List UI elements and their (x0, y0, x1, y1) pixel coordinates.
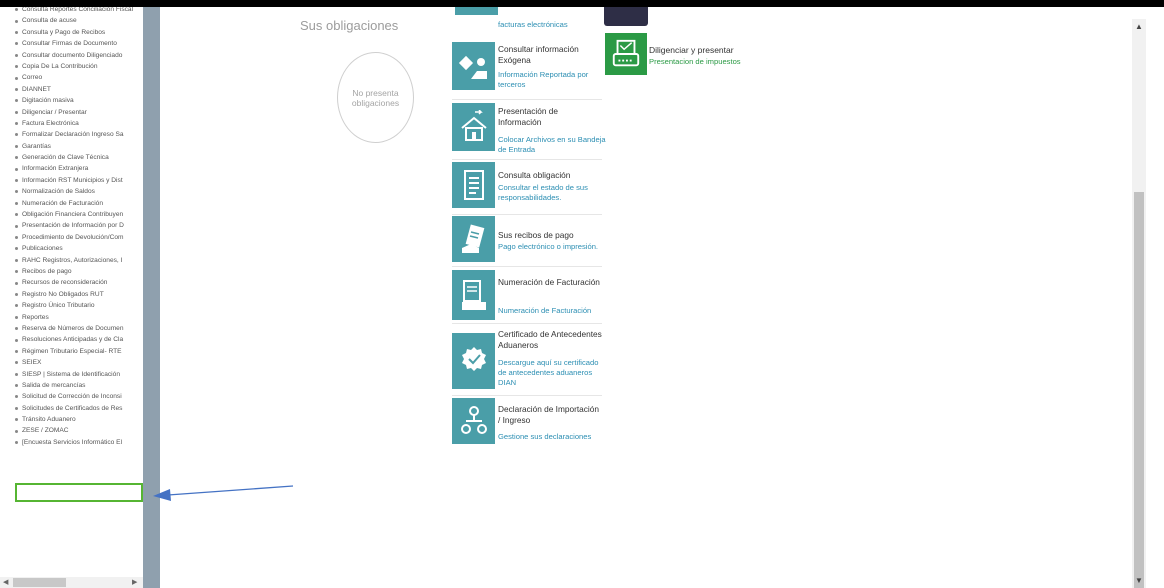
menu-item[interactable]: SEIEX (0, 357, 143, 368)
tile-certificado[interactable]: Certificado de Antecedentes Aduaneros De… (452, 327, 602, 396)
invoice-icon (455, 7, 498, 15)
menu-item[interactable]: Solicitudes de Certificados de Res (0, 403, 143, 414)
printer-form-icon (605, 33, 647, 75)
calculator-doc-icon (452, 270, 495, 320)
tile-title: Consultar información Exógena (498, 44, 579, 65)
menu-item[interactable]: SIESP | Sistema de Identificación (0, 369, 143, 380)
hand-card-icon (452, 42, 495, 90)
tile-sub[interactable]: facturas electrónicas (498, 20, 568, 29)
menu-item[interactable]: Garantías (0, 141, 143, 152)
menu-item[interactable]: Registro No Obligados RUT (0, 289, 143, 300)
menu-item[interactable]: Formalizar Declaración Ingreso Sa (0, 129, 143, 140)
tile-stub[interactable] (604, 7, 648, 26)
menu-item[interactable]: Presentación de Información por D (0, 220, 143, 231)
tile-title: Declaración de Importación / Ingreso (498, 404, 599, 425)
sidebar-horizontal-scrollbar[interactable]: ◀ ▶ (0, 577, 143, 588)
menu-item[interactable]: Régimen Tributario Especial- RTE (0, 346, 143, 357)
scroll-up-icon[interactable]: ▲ (1132, 22, 1146, 31)
menu-item[interactable]: Recursos de reconsideración (0, 277, 143, 288)
menu-item[interactable]: Consulta Reportes Conciliación Fiscal (0, 7, 143, 15)
menu-item[interactable]: Tránsito Aduanero (0, 414, 143, 425)
obligations-empty-circle: No presenta obligaciones (337, 52, 414, 143)
scroll-down-icon[interactable]: ▼ (1132, 576, 1146, 585)
obligations-empty-text: No presenta obligaciones (351, 87, 400, 108)
tile-sub[interactable]: Gestione sus declaraciones (498, 432, 608, 442)
scroll-right-icon[interactable]: ▶ (132, 578, 137, 586)
menu-item[interactable]: Digitación masiva (0, 95, 143, 106)
menu-item[interactable]: ZESE / ZOMAC (0, 425, 143, 436)
house-arrow-icon (452, 103, 495, 151)
org-chart-icon (452, 398, 495, 444)
tile-exogena[interactable]: Consultar información Exógena Informació… (452, 42, 602, 100)
menu-item[interactable]: Generación de Clave Técnica (0, 152, 143, 163)
menu-item[interactable]: Información Extranjera (0, 163, 143, 174)
tile-title: Numeración de Facturación (498, 277, 600, 287)
menu-item[interactable]: Normalización de Saldos (0, 186, 143, 197)
panel-splitter[interactable] (143, 7, 160, 588)
obligations-title: Sus obligaciones (300, 18, 399, 33)
tile-sub[interactable]: Descargue aquí su certificado de anteced… (498, 358, 608, 388)
menu-item[interactable]: Factura Electrónica (0, 118, 143, 129)
menu-item[interactable]: Resoluciones Anticipadas y de Cla (0, 334, 143, 345)
menu-item[interactable]: Consultar documento Diligenciado (0, 50, 143, 61)
tile-sub[interactable]: Colocar Archivos en su Bandeja de Entrad… (498, 135, 608, 155)
menu-item[interactable]: RAHC Registros, Autorizaciones, I (0, 255, 143, 266)
tile-title: Diligenciar y presentar (649, 45, 734, 55)
menu-item[interactable]: Salida de mercancías (0, 380, 143, 391)
menu-item[interactable]: Diligenciar / Presentar (0, 107, 143, 118)
tile-recibos[interactable]: Sus recibos de pago Pago electrónico o i… (452, 216, 602, 267)
menu-item[interactable]: Copia De La Contribución (0, 61, 143, 72)
menu-item[interactable]: Reserva de Números de Documen (0, 323, 143, 334)
page-vertical-scrollbar[interactable]: ▲ (1132, 19, 1146, 588)
tile-presentacion[interactable]: Presentación de Información Colocar Arch… (452, 103, 606, 160)
tile-electronic-invoicing[interactable]: facturas electrónicas (452, 7, 602, 33)
tile-sub[interactable]: Información Reportada por terceros (498, 70, 608, 90)
scrollbar-thumb[interactable] (13, 578, 66, 587)
tile-title: Certificado de Antecedentes Aduaneros (498, 329, 602, 350)
tile-sub[interactable]: Pago electrónico o impresión. (498, 242, 608, 252)
receipt-hand-icon (452, 216, 495, 262)
menu-item[interactable]: Solicitud de Corrección de Inconsi (0, 391, 143, 402)
menu-item[interactable]: Reportes (0, 312, 143, 323)
scrollbar-thumb[interactable] (1134, 192, 1144, 588)
menu-item[interactable]: Procedimiento de Devolución/Com (0, 232, 143, 243)
menu-item[interactable]: Información RST Municipios y Dist (0, 175, 143, 186)
tile-sub[interactable]: Consultar el estado de sus responsabilid… (498, 183, 608, 203)
menu-item[interactable]: Correo (0, 72, 143, 83)
menu-item[interactable]: [Encuesta Servicios Informático El (0, 437, 143, 448)
tile-declaracion[interactable]: Declaración de Importación / Ingreso Ges… (452, 398, 602, 448)
certificate-badge-icon (452, 333, 495, 389)
tile-sub[interactable]: Numeración de Facturación (498, 306, 608, 316)
scroll-left-icon[interactable]: ◀ (3, 578, 8, 586)
menu-item[interactable]: Publicaciones (0, 243, 143, 254)
menu-item[interactable]: DIANNET (0, 84, 143, 95)
menu-item[interactable]: Consulta y Pago de Recibos (0, 27, 143, 38)
menu-item[interactable]: Obligación Financiera Contribuyen (0, 209, 143, 220)
menu-list: Consulta Reportes Conciliación Fiscal Con… (0, 7, 143, 448)
tile-numeracion[interactable]: Numeración de Facturación Numeración de … (452, 270, 602, 324)
tile-diligenciar-presentar[interactable]: Diligenciar y presentar Presentacion de … (605, 33, 755, 83)
highlight-annotation (15, 483, 143, 502)
menu-item[interactable]: Registro Único Tributario (0, 300, 143, 311)
top-bar (0, 0, 1164, 7)
tile-title: Consulta obligación (498, 170, 571, 180)
document-list-icon (452, 162, 495, 208)
tile-sub[interactable]: Presentacion de impuestos (649, 57, 741, 66)
tile-consulta-obligacion[interactable]: Consulta obligación Consultar el estado … (452, 162, 602, 215)
tile-title: Sus recibos de pago (498, 230, 574, 240)
menu-item[interactable]: Numeración de Facturación (0, 198, 143, 209)
menu-item[interactable]: Consultar Firmas de Documento (0, 38, 143, 49)
menu-item[interactable]: Recibos de pago (0, 266, 143, 277)
menu-item[interactable]: Consulta de acuse (0, 15, 143, 26)
tile-title: Presentación de Información (498, 106, 558, 127)
